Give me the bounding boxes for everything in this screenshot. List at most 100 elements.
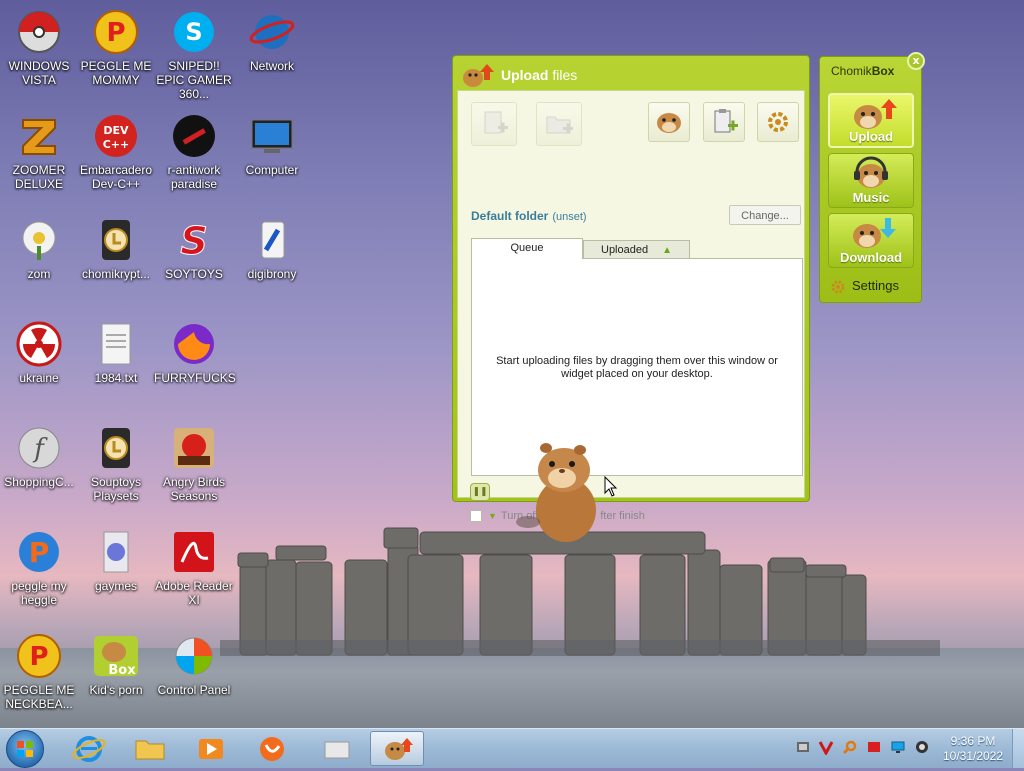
desktop-icon-label: ZOOMER DELUXE: [12, 163, 66, 191]
taskbar-uc-browser[interactable]: [245, 731, 299, 766]
show-desktop-button[interactable]: [1012, 729, 1024, 768]
svg-text:DEV: DEV: [103, 124, 129, 137]
desktop-icon-computer[interactable]: Computer: [232, 112, 312, 177]
desktop-icon-vista-pokeball[interactable]: WINDOWS VISTA: [0, 8, 79, 87]
peggle-2-icon: P: [19, 532, 59, 572]
hamster-music-icon: [854, 156, 888, 188]
antiwork-icon: [173, 115, 215, 157]
tab-queue[interactable]: Queue: [471, 238, 583, 259]
triangle-up-icon: ▲: [662, 245, 672, 256]
desktop-icon-zom[interactable]: zom: [0, 216, 79, 281]
desktop-icon-chomikrypt[interactable]: chomikrypt...: [76, 216, 156, 281]
add-folder-button[interactable]: [536, 102, 582, 146]
desktop-icon-antiwork[interactable]: r-antiwork paradise: [154, 112, 234, 191]
tray-network-icon[interactable]: [795, 739, 811, 755]
desktop-icon-games[interactable]: gaymes: [76, 528, 156, 593]
turn-off-tail: fter finish: [600, 510, 645, 522]
desktop-icon-flash[interactable]: f ShoppingC...: [0, 424, 79, 489]
widget-close-button[interactable]: x: [907, 52, 925, 70]
upload-files-window[interactable]: Upload files Default folder (unset) Chan…: [452, 55, 810, 523]
taskbar-chomikbox[interactable]: [370, 731, 424, 766]
gear-icon: [831, 280, 845, 294]
svg-text:P: P: [29, 536, 50, 569]
desktop-icon-radiation[interactable]: ukraine: [0, 320, 79, 385]
widget-title: ChomikBox: [831, 64, 895, 78]
svg-text:S: S: [185, 18, 202, 46]
widget-music-button[interactable]: Music: [828, 153, 914, 208]
desktop-icon-skype[interactable]: S SNIPED!! EPIC GAMER 360...: [154, 8, 234, 101]
desktop-icon-label: ShoppingC...: [4, 475, 74, 489]
clock-time: 9:36 PM: [950, 734, 996, 748]
internet-explorer-icon: [72, 736, 106, 762]
upload-window-panel: Default folder (unset) Change... Queue Up…: [457, 90, 805, 523]
desktop-icon-soytoys[interactable]: S SOYTOYS: [154, 216, 234, 282]
windows-logo-icon: [17, 741, 33, 757]
desktop-icon-souptoys[interactable]: Souptoys Playsets: [76, 424, 156, 503]
flash-icon: f: [18, 427, 60, 469]
desktop-icon-label: SOYTOYS: [165, 267, 223, 281]
desktop-icon-label: ukraine: [19, 371, 59, 385]
upload-window-title: Upload files: [501, 67, 578, 83]
hamster-mascot: [516, 443, 596, 542]
tray-monitor-icon[interactable]: [890, 739, 906, 755]
widget-upload-button[interactable]: Upload: [828, 93, 914, 148]
soytoys-icon: S: [180, 219, 208, 264]
desktop-icon-label: gaymes: [94, 579, 138, 593]
add-files-button[interactable]: [471, 102, 517, 146]
settings-button[interactable]: [757, 102, 799, 142]
tray-speaker-icon[interactable]: [914, 739, 930, 755]
desktop-icon-text-file[interactable]: 1984.txt: [76, 320, 156, 385]
desktop-icon-control-panel[interactable]: Control Panel: [154, 632, 234, 697]
desktop-icon-network[interactable]: Network: [232, 8, 312, 73]
pause-button[interactable]: ❚❚: [470, 483, 490, 501]
vista-pokeball-icon: [18, 11, 60, 53]
file-icon: [324, 741, 350, 759]
widget-download-button[interactable]: Download: [828, 213, 914, 268]
taskbar-internet-explorer[interactable]: [62, 731, 116, 766]
chomikrypt-icon: [102, 220, 130, 260]
desktop-icon-label: zom: [27, 267, 51, 281]
chomikbox-icon: Box: [94, 636, 138, 678]
triangle-down-icon: ▼: [488, 511, 497, 521]
skype-icon: S: [174, 12, 214, 52]
desktop-icon-peggle-2[interactable]: Ppeggle my heggle: [0, 528, 79, 607]
turn-off-checkbox[interactable]: [470, 510, 482, 523]
desktop-icon-label: Kid's porn: [89, 683, 143, 697]
paste-button[interactable]: [703, 102, 745, 142]
taskbar-media-player[interactable]: [184, 731, 238, 766]
desktop-icon-adobe-reader[interactable]: Adobe Reader XI: [154, 528, 234, 607]
control-panel-icon: [175, 637, 213, 675]
chomikbox-widget[interactable]: ChomikBox Upload Music Download Settings: [819, 56, 922, 303]
tray-flag-icon[interactable]: [866, 739, 882, 755]
taskbar-clock[interactable]: 9:36 PM 10/31/2022: [940, 734, 1006, 764]
hamster-button[interactable]: [648, 102, 690, 142]
desktop-icon-peggle[interactable]: P PEGGLE ME MOMMY: [76, 8, 156, 87]
desktop-icon-zoomer[interactable]: ZOOMER DELUXE: [0, 112, 79, 191]
tab-uploaded[interactable]: Uploaded ▲: [583, 240, 690, 259]
empty-queue-message: Start uploading files by dragging them o…: [496, 355, 778, 380]
devcpp-icon: DEVC++: [95, 115, 137, 157]
desktop-icon-chomikbox[interactable]: Box Kid's porn: [76, 632, 156, 697]
taskbar-file-explorer[interactable]: [123, 731, 177, 766]
change-folder-button[interactable]: Change...: [729, 205, 801, 225]
start-button[interactable]: [6, 730, 44, 768]
desktop-icon-peggle-3[interactable]: P PEGGLE ME NECKBEA...: [0, 632, 79, 711]
network-icon: [249, 15, 295, 49]
desktop-icon-devcpp[interactable]: DEV C++ Embarcadero Dev-C++: [76, 112, 156, 191]
souptoys-icon: [102, 428, 130, 468]
radiation-icon: [16, 321, 62, 367]
desktop-icon-label: Computer: [245, 163, 299, 177]
desktop-icon-firefox[interactable]: FURRYFUCKS: [154, 320, 236, 385]
desktop-icon-angry-birds[interactable]: Angry Birds Seasons: [154, 424, 234, 503]
widget-settings-link[interactable]: Settings: [830, 278, 899, 295]
taskbar-file[interactable]: [310, 731, 364, 766]
folder-icon: [135, 740, 165, 760]
hamster-download-icon: [853, 218, 896, 248]
svg-text:P: P: [106, 18, 125, 48]
browser-icon: [260, 737, 284, 761]
tray-v-icon[interactable]: [818, 739, 834, 755]
desktop-icon-digibrony[interactable]: digibrony: [232, 216, 312, 281]
svg-text:S: S: [180, 219, 207, 263]
default-folder-value: (unset): [552, 211, 587, 223]
tray-search-icon[interactable]: [842, 739, 858, 755]
